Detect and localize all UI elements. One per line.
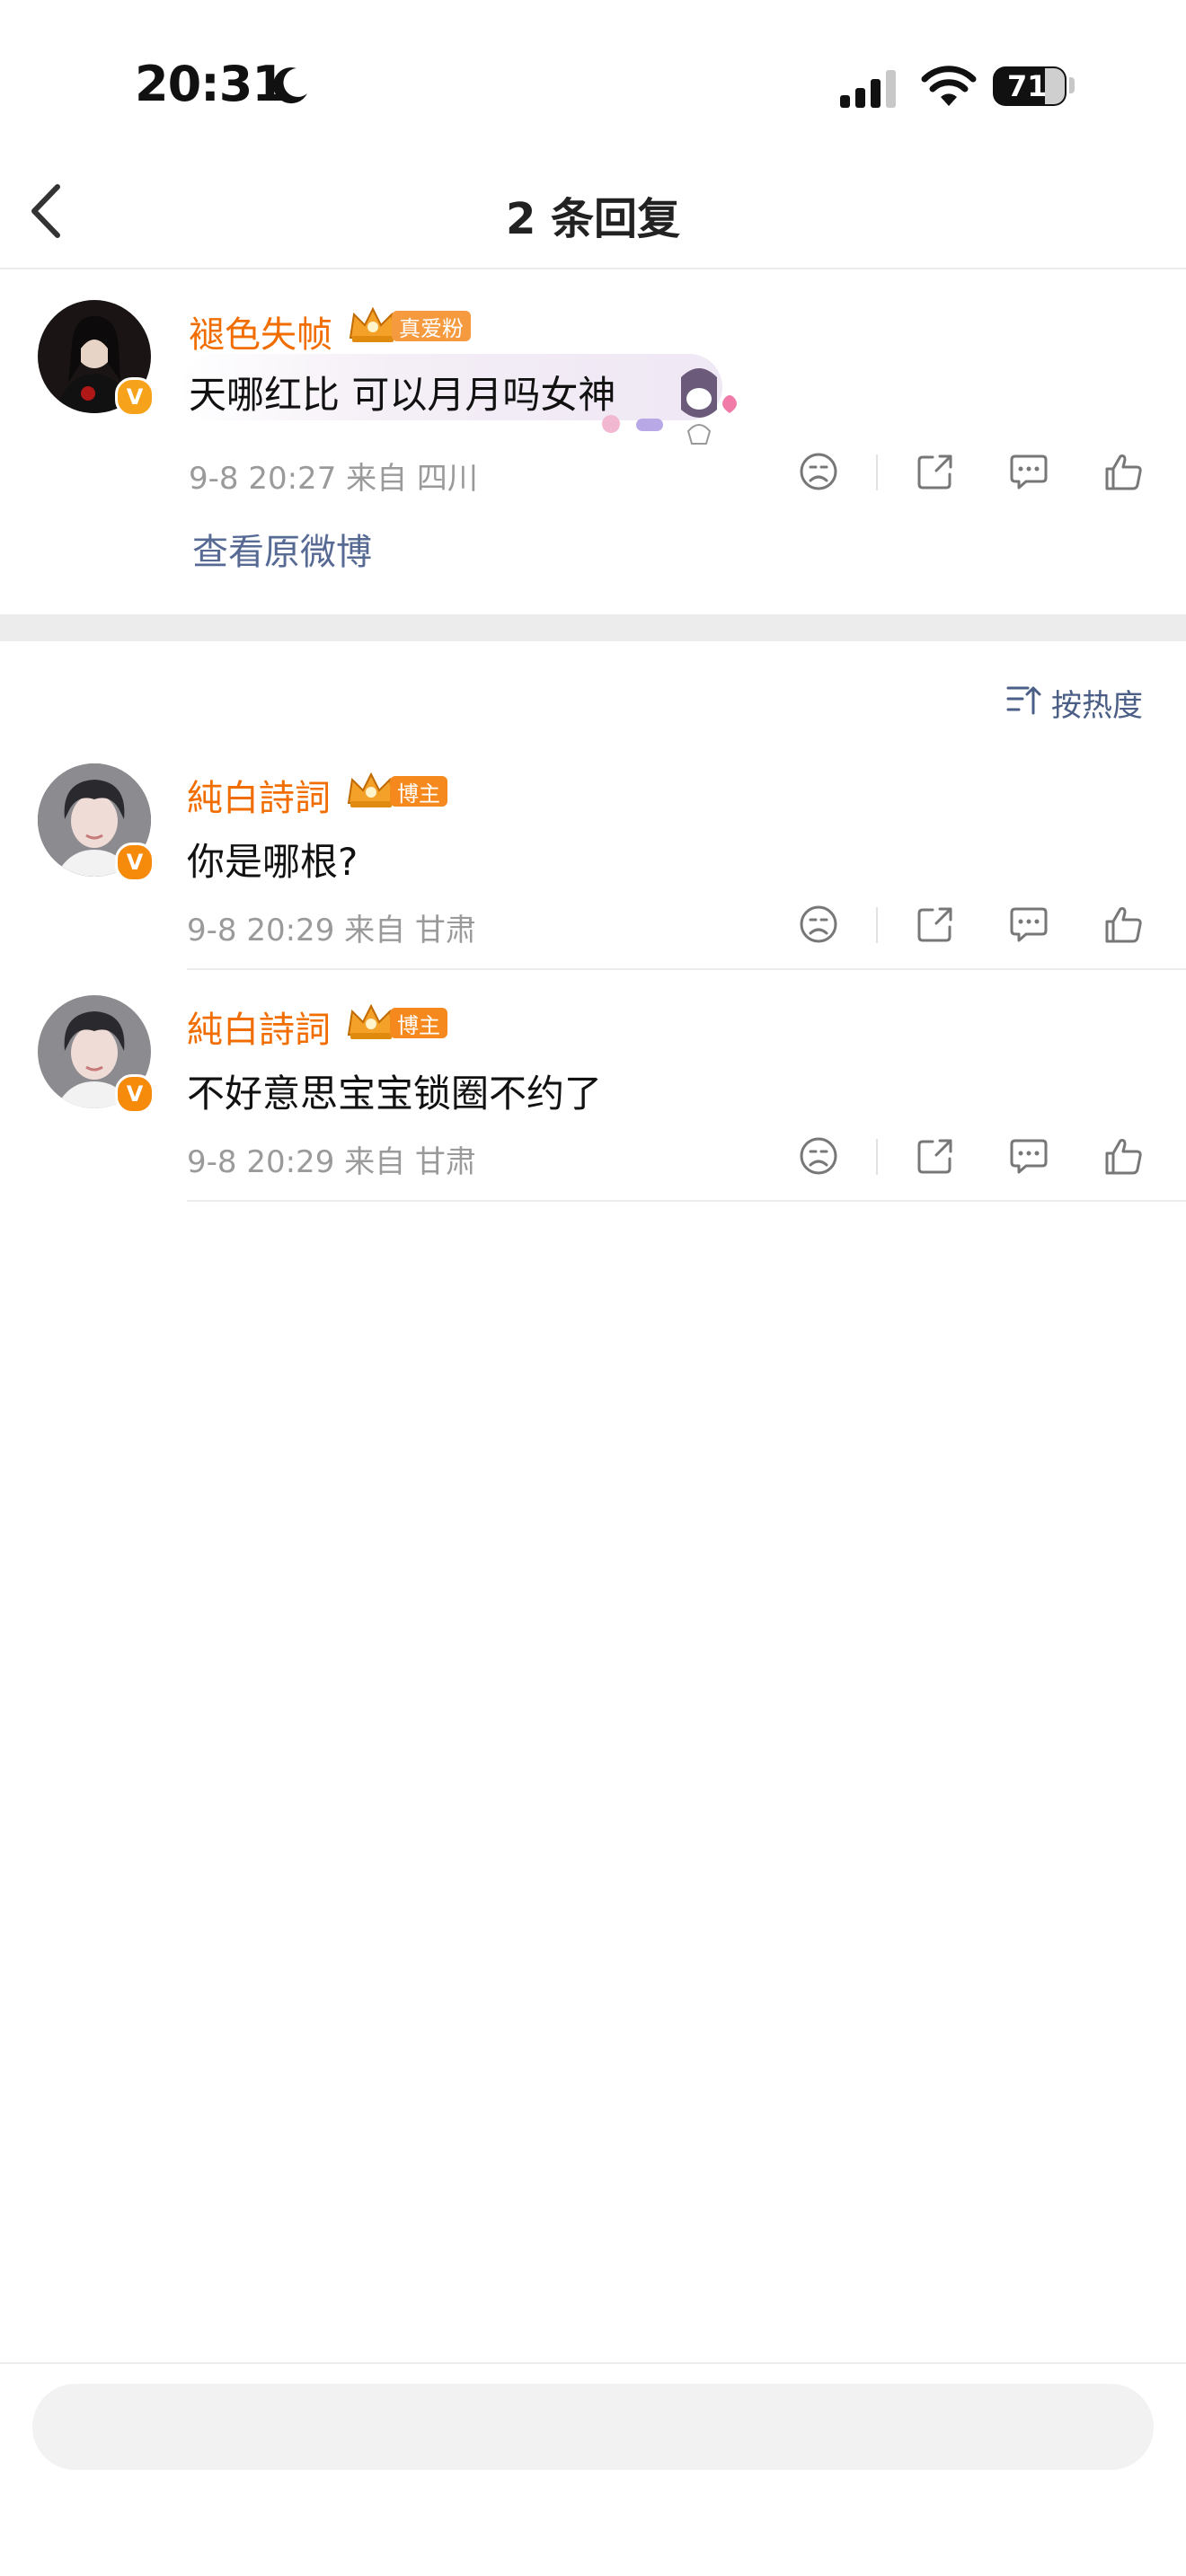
fan-badge: 真爱粉 bbox=[392, 311, 471, 341]
blogger-badge: 博主 bbox=[390, 776, 447, 807]
comment-icon[interactable] bbox=[1006, 902, 1051, 947]
page-title: 2 条回复 bbox=[505, 194, 681, 244]
verified-icon: V bbox=[115, 1074, 155, 1114]
reply-username[interactable]: 純白詩詞 bbox=[187, 769, 331, 821]
share-icon[interactable] bbox=[913, 902, 958, 947]
dislike-icon[interactable] bbox=[796, 449, 841, 494]
comment-text: 天哪红比 可以月月吗女神 bbox=[189, 373, 616, 417]
comment-icon[interactable] bbox=[1006, 1134, 1051, 1178]
sort-label[interactable]: 按热度 bbox=[1051, 681, 1143, 725]
reply-meta: 9-8 20:29 来自 甘肃 bbox=[187, 913, 476, 948]
share-icon[interactable] bbox=[913, 449, 958, 494]
header-divider bbox=[0, 268, 1186, 269]
reply-meta: 9-8 20:29 来自 甘肃 bbox=[187, 1144, 476, 1180]
battery-level: 71 bbox=[1007, 69, 1048, 103]
action-divider bbox=[876, 454, 878, 490]
action-divider bbox=[876, 1139, 878, 1175]
reply-text: 不好意思宝宝锁圈不约了 bbox=[187, 1072, 603, 1116]
reply-input[interactable] bbox=[32, 2384, 1154, 2470]
moon-icon bbox=[273, 67, 307, 104]
row-divider bbox=[187, 1200, 1186, 1202]
comment-meta: 9-8 20:27 来自 四川 bbox=[189, 461, 478, 497]
signal-icon bbox=[840, 70, 896, 108]
section-divider bbox=[0, 614, 1186, 641]
verified-mark: V bbox=[126, 850, 144, 875]
share-icon[interactable] bbox=[913, 1134, 958, 1178]
action-divider bbox=[876, 907, 878, 943]
blogger-badge: 博主 bbox=[390, 1008, 447, 1038]
kuromi-decoration-icon bbox=[602, 368, 737, 445]
like-icon[interactable] bbox=[1102, 449, 1146, 494]
dislike-icon[interactable] bbox=[796, 1134, 841, 1178]
view-original-link[interactable]: 查看原微博 bbox=[192, 523, 372, 575]
status-time: 20:31 bbox=[135, 56, 286, 112]
verified-mark: V bbox=[126, 384, 144, 410]
wifi-icon bbox=[921, 66, 977, 106]
battery-cap bbox=[1069, 77, 1075, 93]
row-divider bbox=[187, 968, 1186, 970]
like-icon[interactable] bbox=[1102, 902, 1146, 947]
like-icon[interactable] bbox=[1102, 1134, 1146, 1178]
bottom-divider bbox=[0, 2362, 1186, 2364]
verified-icon: V bbox=[115, 377, 155, 417]
verified-mark: V bbox=[126, 1081, 144, 1107]
comment-icon[interactable] bbox=[1006, 449, 1051, 494]
dislike-icon[interactable] bbox=[796, 902, 841, 947]
comment-username[interactable]: 褪色失帧 bbox=[189, 305, 332, 357]
sort-icon[interactable] bbox=[1005, 681, 1042, 719]
battery-empty-part bbox=[1045, 68, 1065, 104]
reply-text: 你是哪根? bbox=[187, 840, 358, 884]
verified-icon: V bbox=[115, 842, 155, 882]
reply-username[interactable]: 純白詩詞 bbox=[187, 1001, 331, 1053]
